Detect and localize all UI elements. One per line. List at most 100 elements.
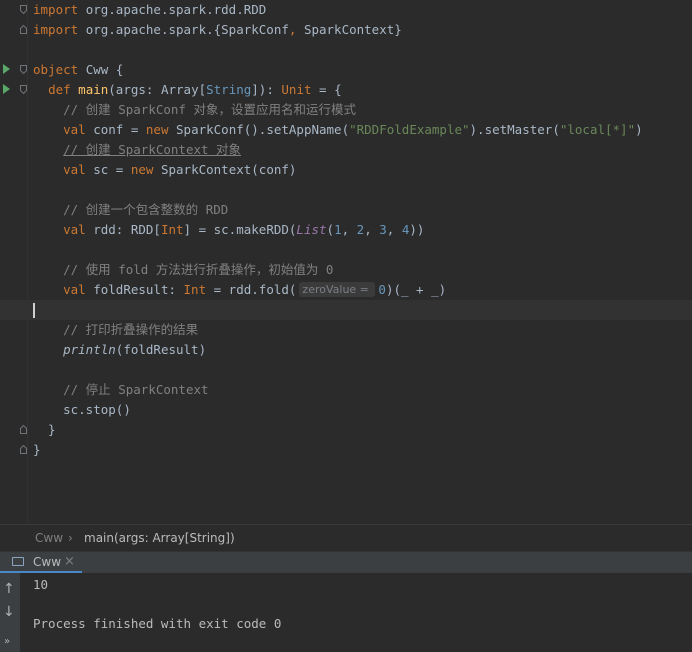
code-token: new — [145, 122, 177, 137]
code-token: = { — [311, 82, 342, 97]
code-text: val foldResult: Int = rdd.fold(zeroValue… — [33, 280, 446, 300]
code-line[interactable]: val foldResult: Int = rdd.fold(zeroValue… — [0, 280, 692, 300]
code-text: println(foldResult) — [33, 340, 206, 360]
code-token: rdd: RDD[ — [93, 222, 161, 237]
code-line[interactable]: import org.apache.spark.rdd.RDD — [0, 0, 692, 20]
code-token: foldResult: — [93, 282, 184, 297]
code-token: String — [206, 82, 252, 97]
run-console[interactable]: ↑ ↓ » 10 Process finished with exit code… — [0, 573, 692, 652]
code-token: (args: Array[ — [108, 82, 207, 97]
run-tab-cww[interactable]: Cww × — [0, 552, 82, 574]
code-line[interactable]: def main(args: Array[String]): Unit = { — [0, 80, 692, 100]
code-line[interactable]: val rdd: RDD[Int] = sc.makeRDD(List(1, 2… — [0, 220, 692, 240]
fold-marker-icon[interactable] — [20, 425, 27, 434]
code-text: // 创建 SparkConf 对象，设置应用名和运行模式 — [33, 100, 356, 120]
code-token: org.apache.spark.rdd.RDD — [85, 2, 267, 17]
fold-marker-icon[interactable] — [20, 5, 27, 14]
code-token: ]): — [251, 82, 282, 97]
fold-marker-icon[interactable] — [20, 25, 27, 34]
code-line[interactable]: val conf = new SparkConf().setAppName("R… — [0, 120, 692, 140]
console-toolbar: ↑ ↓ » — [0, 573, 20, 652]
breadcrumb-item-method[interactable]: main(args: Array[String]) — [84, 531, 235, 545]
code-token: sc = — [93, 162, 131, 177]
code-token: val — [63, 222, 94, 237]
code-text: } — [33, 420, 56, 440]
code-text: // 打印折叠操作的结果 — [33, 320, 198, 340]
more-icon[interactable]: » — [4, 636, 10, 647]
fold-marker-icon[interactable] — [20, 85, 27, 94]
code-line[interactable]: // 停止 SparkContext — [0, 380, 692, 400]
code-text: // 停止 SparkContext — [33, 380, 208, 400]
code-line[interactable]: } — [0, 440, 692, 460]
code-token: println — [63, 342, 116, 357]
code-token: new — [130, 162, 161, 177]
code-line[interactable]: val sc = new SparkContext(conf) — [0, 160, 692, 180]
code-line[interactable] — [0, 360, 692, 380]
code-line[interactable]: // 创建 SparkConf 对象，设置应用名和运行模式 — [0, 100, 692, 120]
fold-marker-icon[interactable] — [20, 445, 27, 454]
code-text: // 创建 SparkContext 对象 — [33, 140, 241, 160]
code-token: conf = — [93, 122, 146, 137]
run-gutter-icon[interactable] — [3, 84, 10, 94]
code-line[interactable]: // 使用 fold 方法进行折叠操作，初始值为 0 — [0, 260, 692, 280]
code-text: def main(args: Array[String]): Unit = { — [33, 80, 342, 100]
code-text: } — [33, 440, 41, 460]
code-token: org.apache.spark.{ — [85, 22, 222, 37]
code-line[interactable] — [0, 300, 692, 320]
code-token: )(_ + _) — [385, 282, 447, 297]
code-line[interactable] — [0, 40, 692, 60]
code-text: val rdd: RDD[Int] = sc.makeRDD(List(1, 2… — [33, 220, 424, 240]
code-line[interactable]: // 创建一个包含整数的 RDD — [0, 200, 692, 220]
code-line[interactable] — [0, 240, 692, 260]
code-token: , — [364, 222, 380, 237]
code-token: } — [33, 422, 56, 437]
code-token: (foldResult) — [115, 342, 207, 357]
code-line[interactable]: println(foldResult) — [0, 340, 692, 360]
code-token: , — [386, 222, 402, 237]
breadcrumb: Cww › main(args: Array[String]) — [0, 524, 692, 552]
code-token: "RDDFoldExample" — [349, 122, 470, 137]
code-text: import org.apache.spark.{SparkConf, Spar… — [33, 20, 402, 40]
code-token: ( — [326, 222, 335, 237]
code-token: , — [288, 22, 304, 37]
code-line[interactable]: sc.stop() — [0, 400, 692, 420]
code-token: val — [63, 162, 94, 177]
code-token: ).setMaster( — [469, 122, 560, 137]
code-line[interactable]: // 打印折叠操作的结果 — [0, 320, 692, 340]
code-token: val — [63, 282, 94, 297]
text-caret — [33, 303, 35, 318]
code-token: SparkConf().setAppName( — [176, 122, 350, 137]
code-line[interactable]: object Cww { — [0, 60, 692, 80]
code-token: // 创建 SparkConf 对象，设置应用名和运行模式 — [63, 102, 356, 117]
code-line[interactable] — [0, 180, 692, 200]
breadcrumb-item-object[interactable]: Cww — [35, 531, 63, 545]
code-text: sc.stop() — [33, 400, 131, 420]
code-editor[interactable]: import org.apache.spark.rdd.RDD import or… — [0, 0, 692, 524]
arrow-up-icon[interactable]: ↑ — [3, 581, 15, 597]
code-token: List — [296, 222, 327, 237]
console-exit-status: Process finished with exit code 0 — [33, 616, 282, 631]
code-token: main — [78, 82, 109, 97]
code-text: // 使用 fold 方法进行折叠操作，初始值为 0 — [33, 260, 333, 280]
close-icon[interactable]: × — [64, 554, 75, 569]
code-line[interactable]: // 创建 SparkContext 对象 — [0, 140, 692, 160]
code-line[interactable]: } — [0, 420, 692, 440]
arrow-down-icon[interactable]: ↓ — [3, 604, 15, 620]
code-token: // 使用 fold 方法进行折叠操作，初始值为 0 — [63, 262, 334, 277]
code-token: 0 — [378, 282, 386, 297]
fold-marker-icon[interactable] — [20, 65, 27, 74]
code-text: object Cww { — [33, 60, 123, 80]
code-line[interactable]: import org.apache.spark.{SparkConf, Spar… — [0, 20, 692, 40]
run-gutter-icon[interactable] — [3, 64, 10, 74]
code-token: sc.stop() — [63, 402, 131, 417]
code-token: Int — [160, 222, 184, 237]
